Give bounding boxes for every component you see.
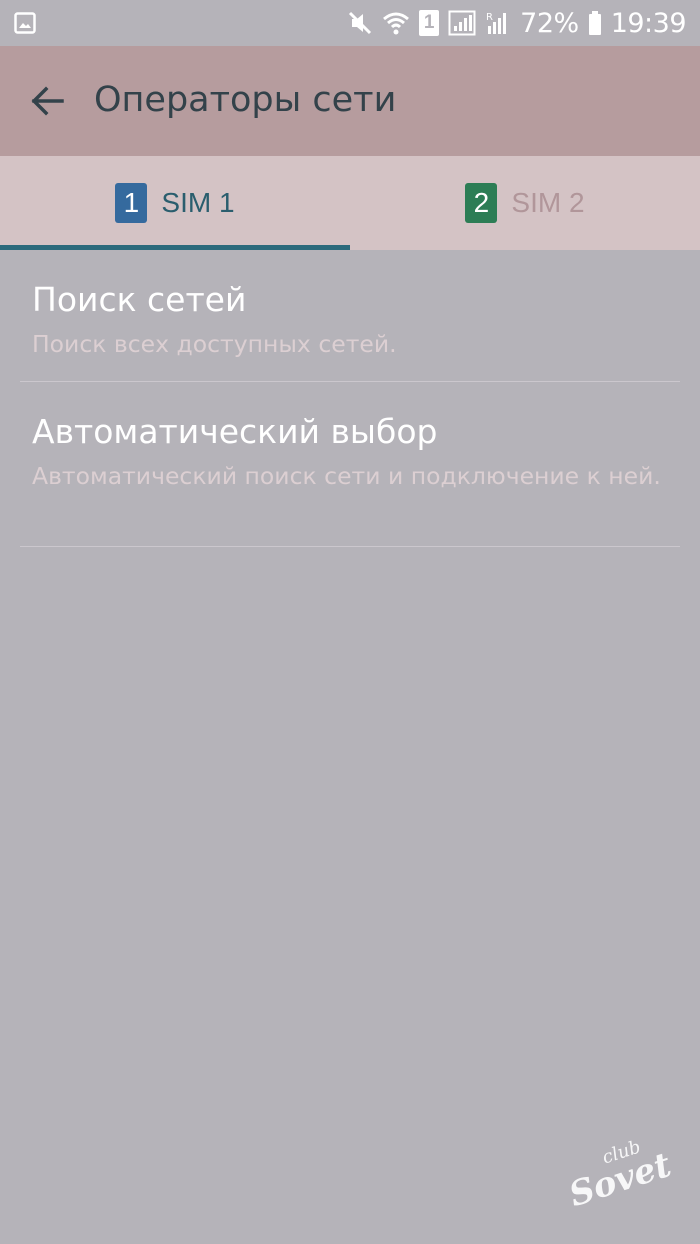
tab-sim-1[interactable]: 1 SIM 1 — [0, 156, 350, 250]
battery-percent: 72% — [520, 7, 579, 39]
list-item-title: Поиск сетей — [32, 280, 247, 319]
watermark-logo: club Sovet — [564, 1136, 676, 1220]
settings-list: Поиск сетей Поиск всех доступных сетей. … — [0, 250, 700, 547]
status-bar: 1 R 72% 19:39 — [0, 0, 700, 46]
svg-text:R: R — [486, 12, 493, 23]
mute-icon — [349, 11, 372, 35]
tab-sim-2-label: SIM 2 — [511, 187, 585, 218]
sim2-badge-icon: 2 — [465, 183, 498, 223]
app-bar: Операторы сети — [0, 46, 700, 156]
signal-roaming-icon: R — [486, 12, 507, 34]
page-title: Операторы сети — [94, 80, 397, 120]
arrow-left-icon — [31, 86, 64, 116]
list-item-title: Автоматический выбор — [32, 412, 438, 451]
clock: 19:39 — [610, 7, 687, 39]
tab-sim-1-label: SIM 1 — [161, 187, 235, 218]
back-button[interactable] — [20, 76, 74, 126]
battery-icon — [588, 11, 601, 35]
sim1-badge-icon: 1 — [115, 183, 148, 223]
sim-tabs: 1 SIM 1 2 SIM 2 — [0, 156, 700, 250]
gallery-icon — [14, 12, 36, 34]
wifi-icon — [383, 12, 410, 35]
sim1-icon: 1 — [419, 10, 440, 36]
list-item-auto-select[interactable]: Автоматический выбор Автоматический поис… — [0, 382, 700, 547]
tab-sim-2[interactable]: 2 SIM 2 — [350, 156, 700, 250]
divider — [20, 546, 680, 547]
signal-icon — [448, 10, 476, 36]
list-item-subtitle: Поиск всех доступных сетей. — [32, 330, 397, 358]
list-item-search-networks[interactable]: Поиск сетей Поиск всех доступных сетей. — [0, 250, 700, 382]
list-item-subtitle: Автоматический поиск сети и подключение … — [32, 462, 661, 490]
status-icons: 1 R 72% 19:39 — [347, 0, 687, 46]
